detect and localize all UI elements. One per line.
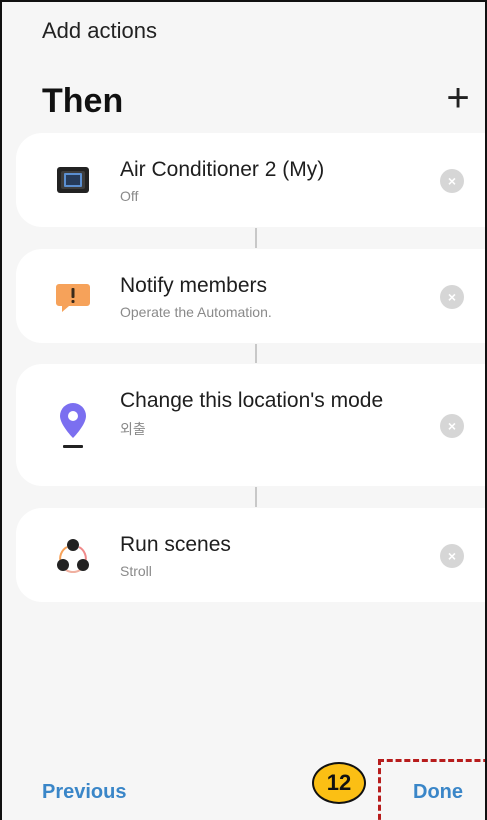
step-number-badge: 12 [312,762,366,804]
page-title: Add actions [42,18,157,43]
remove-action-button[interactable]: × [440,285,464,309]
remove-action-button[interactable]: × [440,169,464,193]
notification-icon [52,275,94,317]
section-title-then: Then [42,82,124,120]
action-subtitle: 외출 [120,421,146,437]
remove-action-button[interactable]: × [440,414,464,438]
connector-line [255,228,257,248]
action-title: Notify members [120,274,268,297]
connector-line [255,344,257,363]
app-screen: Add actions Then + Air Conditioner 2 (My… [0,0,487,820]
previous-button[interactable]: Previous [42,781,126,804]
action-card-run-scenes[interactable]: Run scenes Stroll × [16,508,485,602]
done-highlight-box [378,759,485,820]
action-subtitle: Off [120,188,139,204]
action-card-location-mode[interactable]: Change this location's mode 외출 × [16,364,485,486]
action-card-air-conditioner[interactable]: Air Conditioner 2 (My) Off × [16,133,485,227]
connector-line [255,487,257,507]
air-conditioner-icon [52,159,94,201]
action-subtitle: Stroll [120,563,152,579]
add-action-button[interactable]: + [440,78,476,120]
remove-action-button[interactable]: × [440,544,464,568]
action-title: Run scenes [120,533,231,556]
action-card-notify-members[interactable]: Notify members Operate the Automation. × [16,249,485,343]
action-title: Change this location's mode [120,389,384,412]
scenes-icon [52,534,94,576]
location-pin-icon [52,400,94,448]
action-title: Air Conditioner 2 (My) [120,158,325,181]
action-subtitle: Operate the Automation. [120,304,272,320]
